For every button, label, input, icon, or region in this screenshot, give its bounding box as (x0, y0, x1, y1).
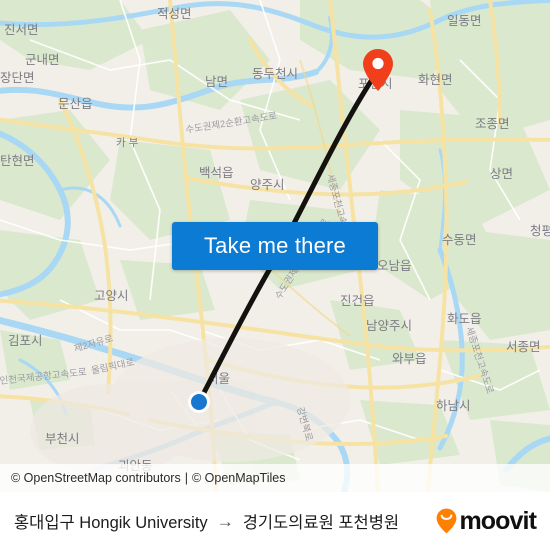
map-place-label: 군내면 (25, 53, 60, 67)
attribution-separator: | (184, 471, 188, 485)
map-road-label: 올림픽대로 (90, 356, 135, 377)
map-place-label: 와부읍 (392, 352, 427, 366)
map-place-label: 고양시 (94, 289, 129, 303)
map-road-label: 세종포천고속도로 (463, 326, 495, 396)
moovit-wordmark: moovit (459, 506, 536, 535)
map-place-label: 조종면 (475, 117, 510, 131)
map-place-label: 진서면 (4, 23, 39, 37)
origin-marker[interactable] (188, 391, 210, 413)
moovit-pin-smiley-icon (437, 508, 457, 534)
map-place-label: 남양주시 (366, 319, 412, 333)
route-footer-bar: 홍대입구 Hongik University → 경기도의료원 포천병원 moo… (0, 492, 550, 550)
destination-pin-icon (363, 49, 393, 91)
map-place-label: 김포시 (8, 334, 43, 348)
map-place-label: 백석읍 (199, 166, 234, 180)
map-place-label: 양주시 (250, 178, 285, 192)
origin-label: 홍대입구 Hongik University (14, 514, 208, 532)
map-viewport[interactable]: 진서면적성면일동면군내면남면동두천시포천시화현면장단면문산읍조종면카 부탄현면백… (0, 0, 550, 492)
attribution-osm[interactable]: © OpenStreetMap contributors (11, 471, 181, 485)
map-place-label: 남면 (205, 75, 228, 89)
map-road-label: 강변북로 (294, 406, 314, 443)
map-place-label: 동두천시 (252, 66, 298, 81)
route-summary: 홍대입구 Hongik University → 경기도의료원 포천병원 (14, 509, 426, 533)
map-place-label: 수동면 (442, 233, 477, 247)
map-place-label: 하남시 (436, 399, 471, 413)
map-place-label: 오남읍 (377, 259, 412, 273)
map-place-label: 장단면 (0, 71, 35, 85)
take-me-there-button[interactable]: Take me there (172, 222, 378, 270)
map-place-label: 화도읍 (447, 312, 482, 326)
map-place-label: 일동면 (447, 14, 482, 28)
map-place-label: 상면 (490, 167, 513, 181)
map-place-label: 서종면 (506, 340, 541, 354)
map-road-label: 수도권제2순환고속도로 (185, 110, 279, 136)
map-road-label: 인천국제공항고속도로 (0, 367, 87, 387)
destination-label: 경기도의료원 포천병원 (242, 514, 400, 532)
map-place-label: 진건읍 (340, 294, 375, 308)
map-place-label: 카 부 (116, 137, 139, 149)
map-attribution-bar: © OpenStreetMap contributors | © OpenMap… (0, 464, 550, 492)
destination-pin[interactable] (362, 48, 394, 92)
map-place-label: 탄현면 (0, 154, 35, 168)
attribution-tiles[interactable]: © OpenMapTiles (192, 471, 286, 485)
map-place-label: 청평 (530, 224, 550, 238)
moovit-logo[interactable]: moovit (436, 506, 537, 535)
map-road-label: 제2자유로 (73, 333, 115, 355)
map-place-label: 서울 (207, 372, 230, 386)
arrow-right-icon: → (216, 511, 234, 531)
map-place-label: 부천시 (45, 431, 80, 446)
moovit-route-map-card: 진서면적성면일동면군내면남면동두천시포천시화현면장단면문산읍조종면카 부탄현면백… (0, 0, 550, 550)
map-place-label: 문산읍 (58, 97, 93, 111)
map-place-label: 화현면 (418, 73, 453, 87)
map-place-label: 적성면 (157, 7, 192, 21)
